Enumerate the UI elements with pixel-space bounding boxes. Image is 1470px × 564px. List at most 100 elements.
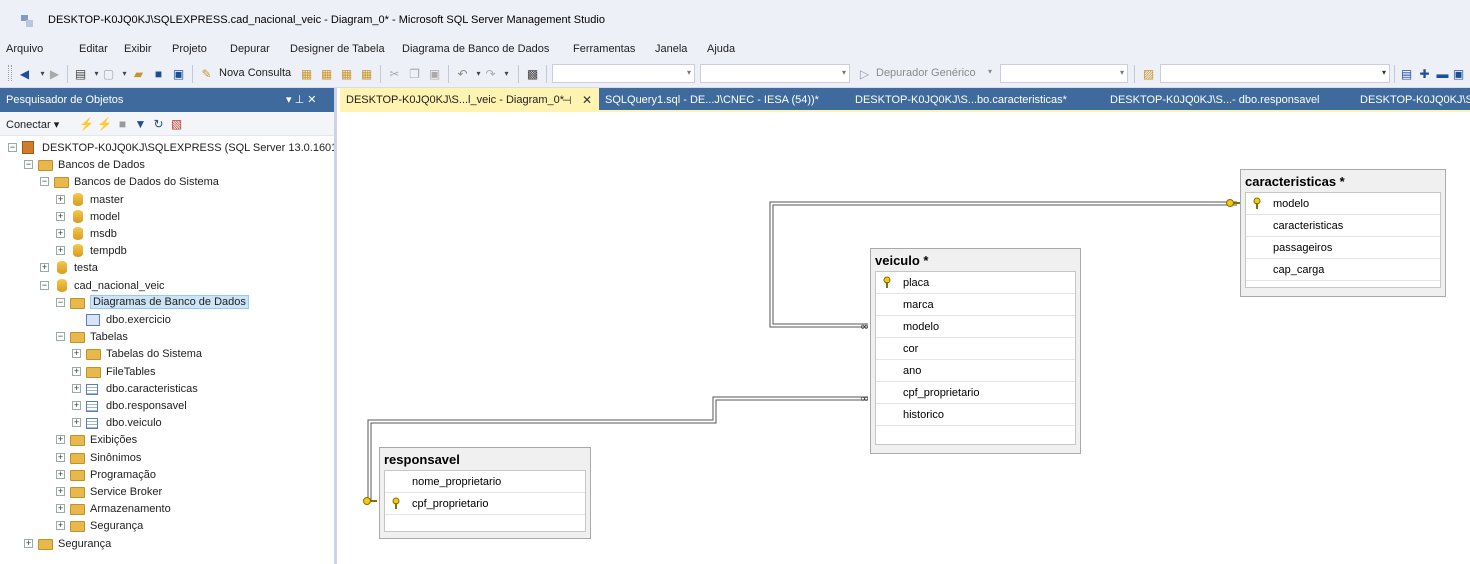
new-project-icon[interactable]: ▤: [72, 65, 89, 82]
new-query-icon[interactable]: ✎: [198, 65, 215, 82]
xmla-query-icon[interactable]: ▦: [358, 65, 375, 82]
menu-diagrama[interactable]: Diagrama de Banco de Dados: [402, 43, 549, 55]
column-row[interactable]: cap_carga: [1246, 259, 1440, 281]
tree-node-label: Bancos de Dados do Sistema: [74, 176, 219, 189]
expand-icon[interactable]: +: [72, 418, 81, 428]
expand-icon[interactable]: +: [40, 263, 49, 273]
menu-ajuda[interactable]: Ajuda: [707, 43, 735, 55]
collapse-icon[interactable]: −: [24, 160, 33, 170]
new-query-button[interactable]: Nova Consulta: [219, 67, 291, 79]
tab-responsavel[interactable]: DESKTOP-K0JQ0KJ\S...- dbo.responsavel: [1104, 88, 1354, 112]
copy-icon[interactable]: ❐: [406, 65, 423, 82]
diagram-canvas[interactable]: ∞ ∞ caracteristicas * modelo caracterist…: [340, 112, 1470, 564]
collapse-icon[interactable]: −: [56, 297, 65, 307]
stop-icon[interactable]: ■: [114, 115, 131, 132]
new-file-icon[interactable]: ▢: [100, 65, 117, 82]
cut-icon[interactable]: ✂: [386, 65, 403, 82]
expand-icon[interactable]: +: [56, 194, 65, 204]
solution-platform-combo[interactable]: ▾: [700, 64, 850, 83]
activity-monitor-icon[interactable]: ▩: [524, 65, 541, 82]
column-row[interactable]: nome_proprietario: [385, 471, 585, 493]
pin-icon[interactable]: ⊣: [562, 94, 572, 107]
expand-icon[interactable]: +: [56, 435, 65, 445]
properties-icon[interactable]: ▤: [1398, 65, 1415, 82]
tools-wrench-icon[interactable]: ✚: [1416, 65, 1433, 82]
undo-icon[interactable]: ↶: [454, 65, 471, 82]
column-row[interactable]: marca: [876, 294, 1075, 316]
find-combo[interactable]: ▾: [1160, 64, 1390, 83]
menu-projeto[interactable]: Projeto: [172, 43, 207, 55]
tab-diagram[interactable]: DESKTOP-K0JQ0KJ\S...l_veic - Diagram_0* …: [340, 88, 599, 112]
forward-icon[interactable]: ▶: [46, 65, 63, 82]
analysis-query-icon[interactable]: ▦: [318, 65, 335, 82]
column-row[interactable]: caracteristicas: [1246, 215, 1440, 237]
tree-node-label: Service Broker: [90, 486, 163, 498]
expand-icon[interactable]: +: [24, 538, 33, 548]
column-row[interactable]: historico: [876, 404, 1075, 426]
menu-exibir[interactable]: Exibir: [124, 43, 152, 55]
table-veiculo[interactable]: veiculo * placa marca modelo cor ano cpf…: [870, 248, 1081, 454]
close-icon[interactable]: ✕: [582, 93, 592, 107]
refresh-icon[interactable]: ↻: [150, 115, 167, 132]
column-row[interactable]: modelo: [876, 316, 1075, 338]
tab-more[interactable]: DESKTOP-K0JQ0KJ\S...: [1354, 88, 1470, 112]
expand-icon[interactable]: +: [72, 383, 81, 393]
disconnect-icon[interactable]: ⚡: [96, 115, 113, 132]
menu-janela[interactable]: Janela: [655, 43, 687, 55]
collapse-icon[interactable]: −: [40, 280, 49, 290]
window-layout-icon[interactable]: ▣: [1450, 65, 1467, 82]
debugger-start-icon[interactable]: ▷: [856, 65, 873, 82]
find-in-files-icon[interactable]: ▨: [1140, 65, 1157, 82]
toolbar-grip[interactable]: [8, 65, 12, 81]
expand-icon[interactable]: +: [56, 211, 65, 221]
paste-icon[interactable]: ▣: [426, 65, 443, 82]
expand-icon[interactable]: +: [72, 401, 81, 410]
expand-icon[interactable]: +: [56, 229, 65, 238]
expand-icon[interactable]: +: [56, 452, 65, 462]
menu-arquivo[interactable]: Arquivo: [6, 43, 43, 55]
table-responsavel[interactable]: responsavel nome_proprietario cpf_propri…: [379, 447, 591, 539]
collapse-icon[interactable]: −: [56, 332, 65, 342]
connect-object-icon[interactable]: ⚡: [78, 115, 95, 132]
menu-depurar[interactable]: Depurar: [230, 43, 270, 55]
menu-editar[interactable]: Editar: [79, 43, 108, 55]
tab-sqlquery1[interactable]: SQLQuery1.sql - DE...J\CNEC - IESA (54))…: [599, 88, 849, 112]
column-row[interactable]: placa: [876, 272, 1075, 294]
expand-icon[interactable]: +: [56, 469, 65, 479]
redo-dropdown-icon[interactable]: ▾: [498, 65, 515, 82]
activity-monitor-icon[interactable]: ▧: [168, 115, 185, 132]
debugger-target-combo[interactable]: ▾: [1000, 64, 1128, 83]
panel-window-controls[interactable]: ▾ ⊥ ✕: [286, 93, 316, 106]
column-row[interactable]: passageiros: [1246, 237, 1440, 259]
expand-icon[interactable]: +: [56, 521, 65, 531]
expand-icon[interactable]: +: [56, 487, 65, 496]
db-engine-query-icon[interactable]: ▦: [298, 65, 315, 82]
save-all-icon[interactable]: ▣: [170, 65, 187, 82]
column-row[interactable]: cor: [876, 338, 1075, 360]
collapse-icon[interactable]: −: [8, 143, 17, 152]
debugger-combo-label[interactable]: Depurador Genérico: [876, 67, 976, 79]
debugger-dropdown-icon[interactable]: ▾: [988, 67, 992, 76]
column-row[interactable]: modelo: [1246, 193, 1440, 215]
open-file-icon[interactable]: ▰: [130, 65, 147, 82]
menu-ferramentas[interactable]: Ferramentas: [573, 43, 635, 55]
expand-icon[interactable]: +: [56, 504, 65, 514]
expand-icon[interactable]: +: [56, 246, 65, 256]
connect-button[interactable]: Conectar ▾: [6, 118, 59, 131]
menu-designer-de-tabela[interactable]: Designer de Tabela: [290, 43, 385, 55]
expand-icon[interactable]: +: [72, 349, 81, 359]
save-icon[interactable]: ■: [150, 65, 167, 82]
column-row[interactable]: cpf_proprietario: [385, 493, 585, 515]
collapse-icon[interactable]: −: [40, 177, 49, 187]
expand-icon[interactable]: +: [72, 366, 81, 376]
column-row[interactable]: cpf_proprietario: [876, 382, 1075, 404]
solution-config-combo[interactable]: ▾: [552, 64, 695, 83]
column-row[interactable]: ano: [876, 360, 1075, 382]
filter-icon[interactable]: ▼: [132, 115, 149, 132]
mdx-query-icon[interactable]: ▦: [338, 65, 355, 82]
toolbox-icon[interactable]: ▬: [1434, 65, 1451, 82]
back-icon[interactable]: ◀: [16, 65, 33, 82]
redo-icon[interactable]: ↷: [482, 65, 499, 82]
tab-caracteristicas[interactable]: DESKTOP-K0JQ0KJ\S...bo.caracteristicas*: [849, 88, 1104, 112]
table-caracteristicas[interactable]: caracteristicas * modelo caracteristicas…: [1240, 169, 1446, 297]
